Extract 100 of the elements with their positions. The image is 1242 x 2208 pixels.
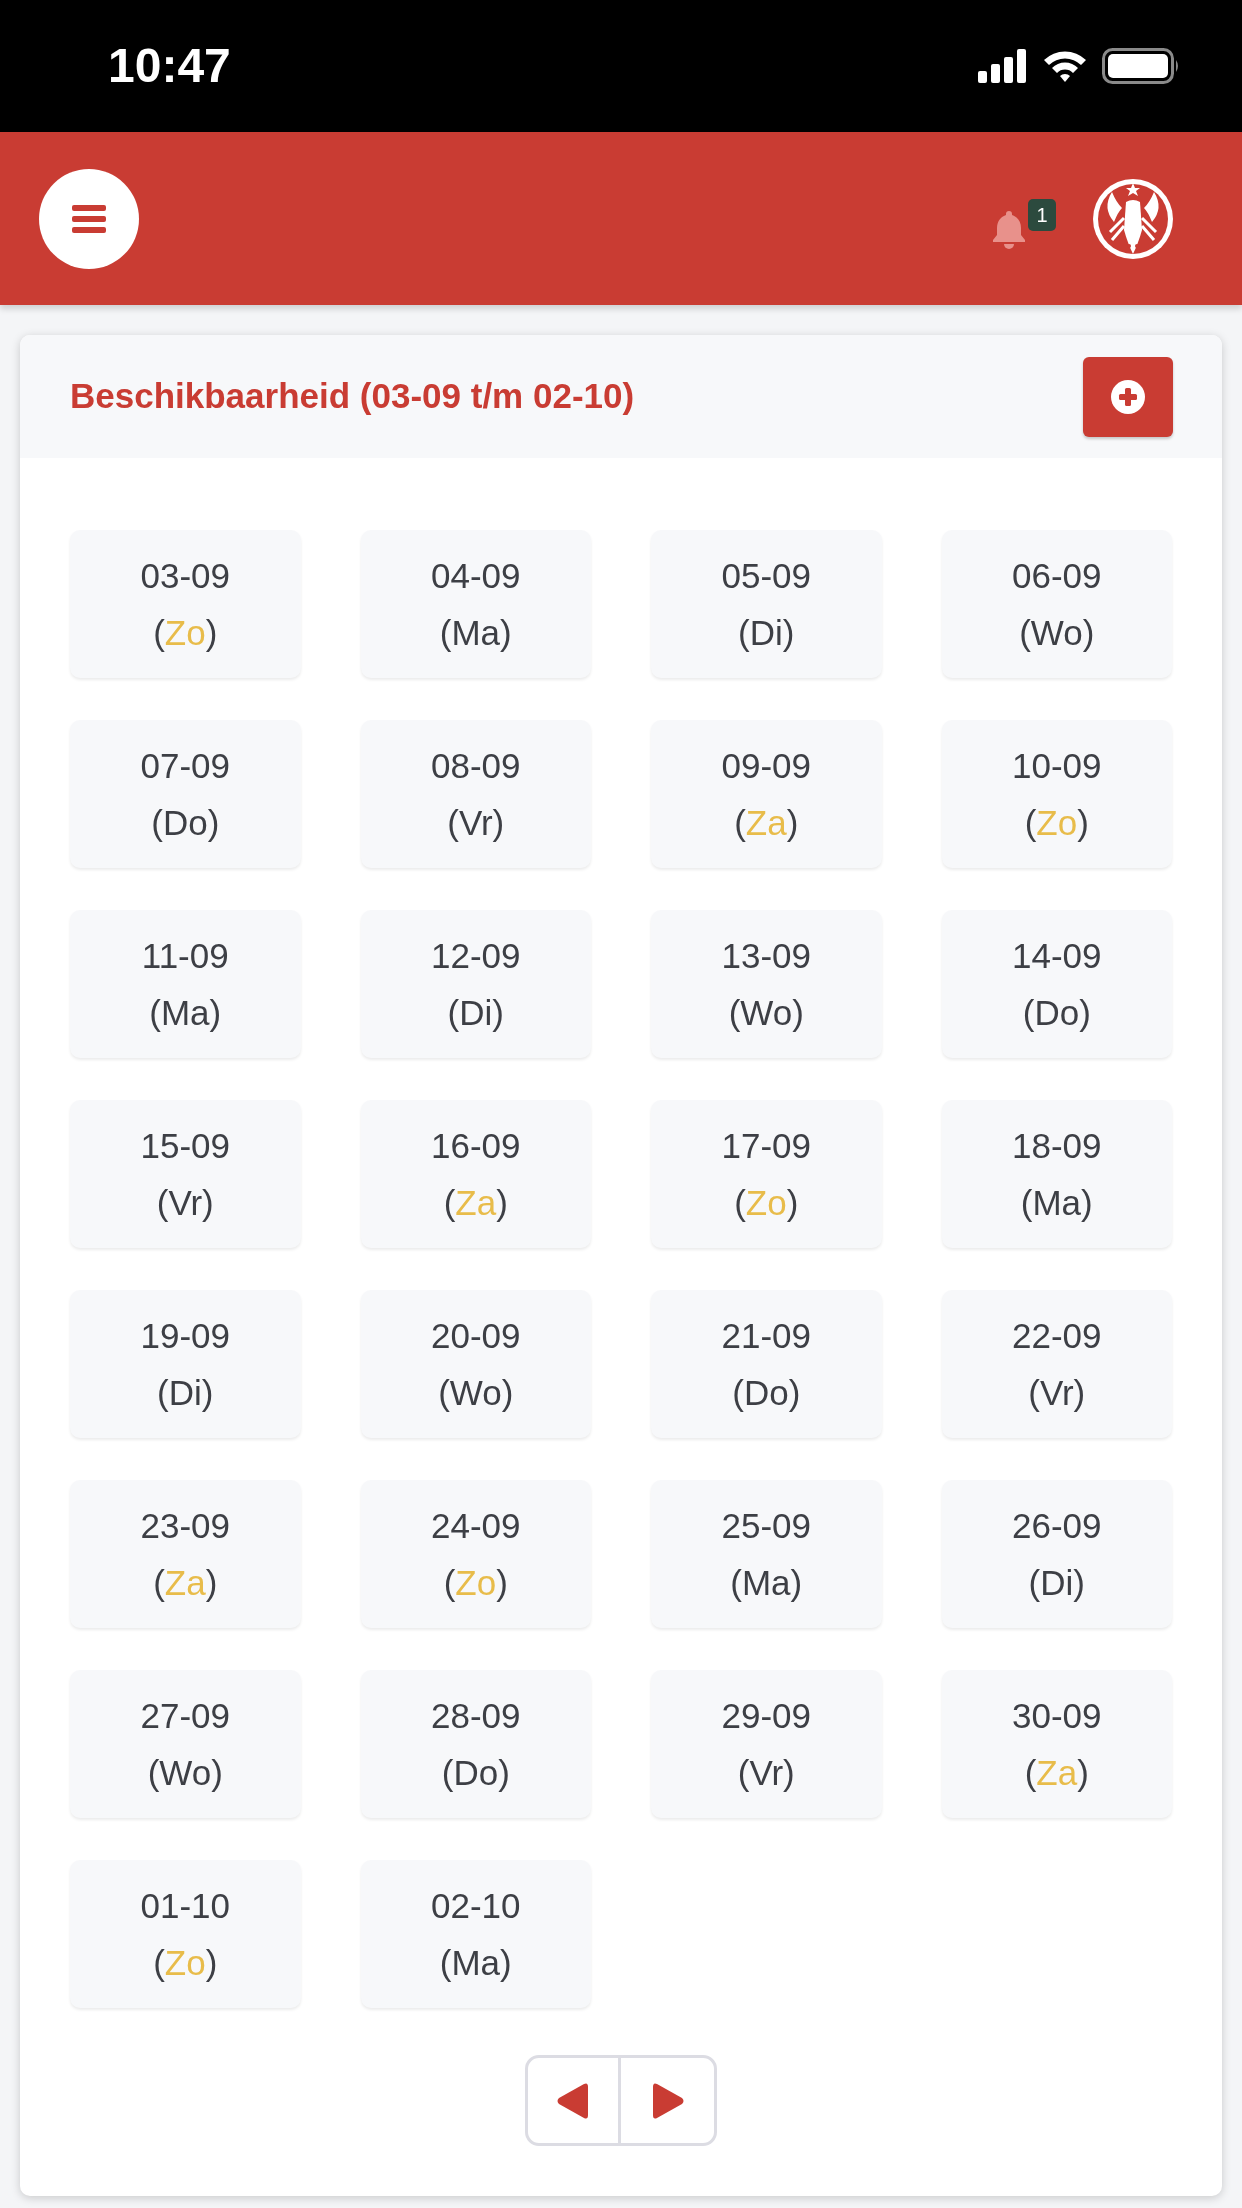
day-tile[interactable]: 30-09 (Za) (941, 1670, 1172, 1818)
weekday-label: (Do) (732, 1372, 801, 1414)
date-label: 09-09 (721, 745, 811, 787)
left-triangle-icon (557, 2082, 589, 2119)
date-label: 06-09 (1012, 555, 1102, 597)
weekday-label: (Zo) (443, 1562, 508, 1604)
day-tile[interactable]: 13-09 (Wo) (651, 910, 882, 1058)
day-tile[interactable]: 03-09 (Zo) (70, 530, 301, 678)
date-label: 17-09 (721, 1125, 811, 1167)
date-label: 29-09 (721, 1695, 811, 1737)
weekday-label: (Zo) (1024, 802, 1089, 844)
day-tile[interactable]: 12-09 (Di) (360, 910, 591, 1058)
date-label: 13-09 (721, 935, 811, 977)
day-tile[interactable]: 08-09 (Vr) (360, 720, 591, 868)
date-label: 04-09 (431, 555, 521, 597)
day-tile[interactable]: 02-10 (Ma) (360, 1860, 591, 2008)
weekday-label: (Ma) (149, 992, 222, 1034)
day-tile[interactable]: 26-09 (Di) (941, 1480, 1172, 1628)
date-label: 26-09 (1012, 1505, 1102, 1547)
day-tile[interactable]: 24-09 (Zo) (360, 1480, 591, 1628)
weekday-label: (Wo) (147, 1752, 223, 1794)
weekday-label: (Wo) (438, 1372, 514, 1414)
weekday-label: (Ma) (730, 1562, 803, 1604)
day-tile[interactable]: 07-09 (Do) (70, 720, 301, 868)
weekday-label: (Vr) (737, 1752, 795, 1794)
day-tile[interactable]: 18-09 (Ma) (941, 1100, 1172, 1248)
day-tile[interactable]: 09-09 (Za) (651, 720, 882, 868)
day-tile[interactable]: 22-09 (Vr) (941, 1290, 1172, 1438)
weekday-label: (Ma) (1020, 1182, 1093, 1224)
date-label: 27-09 (140, 1695, 230, 1737)
date-label: 01-10 (140, 1885, 230, 1927)
day-tile[interactable]: 05-09 (Di) (651, 530, 882, 678)
weekday-label: (Ma) (439, 1942, 512, 1984)
day-tile[interactable]: 21-09 (Do) (651, 1290, 882, 1438)
date-label: 07-09 (140, 745, 230, 787)
day-tile[interactable]: 04-09 (Ma) (360, 530, 591, 678)
weekday-label: (Di) (738, 612, 795, 654)
day-tile[interactable]: 27-09 (Wo) (70, 1670, 301, 1818)
weekday-label: (Di) (447, 992, 504, 1034)
date-label: 30-09 (1012, 1695, 1102, 1737)
date-label: 10-09 (1012, 745, 1102, 787)
date-label: 22-09 (1012, 1315, 1102, 1357)
date-label: 25-09 (721, 1505, 811, 1547)
weekday-label: (Za) (153, 1562, 218, 1604)
signal-icon (978, 49, 1028, 83)
weekday-label: (Za) (1024, 1752, 1089, 1794)
date-label: 28-09 (431, 1695, 521, 1737)
date-label: 08-09 (431, 745, 521, 787)
day-tile[interactable]: 06-09 (Wo) (941, 530, 1172, 678)
weekday-label: (Vr) (156, 1182, 214, 1224)
weekday-label: (Zo) (734, 1182, 799, 1224)
day-tile[interactable]: 23-09 (Za) (70, 1480, 301, 1628)
right-triangle-icon (651, 2082, 684, 2119)
add-button[interactable] (1083, 356, 1173, 437)
day-tile[interactable]: 20-09 (Wo) (360, 1290, 591, 1438)
weekday-label: (Wo) (728, 992, 804, 1034)
date-label: 02-10 (431, 1885, 521, 1927)
weekday-label: (Di) (1028, 1562, 1085, 1604)
day-tile[interactable]: 29-09 (Vr) (651, 1670, 882, 1818)
notification-badge: 1 (1028, 198, 1056, 231)
day-tile[interactable]: 28-09 (Do) (360, 1670, 591, 1818)
date-label: 12-09 (431, 935, 521, 977)
weekday-label: (Za) (734, 802, 799, 844)
day-tile[interactable]: 17-09 (Zo) (651, 1100, 882, 1248)
bell-icon (992, 208, 1026, 249)
weekday-label: (Zo) (153, 612, 218, 654)
day-tile[interactable]: 15-09 (Vr) (70, 1100, 301, 1248)
day-tile[interactable]: 14-09 (Do) (941, 910, 1172, 1058)
card-title: Beschikbaarheid (03-09 t/m 02-10) (70, 375, 635, 418)
date-label: 20-09 (431, 1315, 521, 1357)
date-label: 03-09 (140, 555, 230, 597)
wifi-icon (1042, 49, 1088, 83)
date-label: 18-09 (1012, 1125, 1102, 1167)
date-label: 23-09 (140, 1505, 230, 1547)
battery-icon (1102, 48, 1180, 84)
day-tile[interactable]: 19-09 (Di) (70, 1290, 301, 1438)
date-label: 19-09 (140, 1315, 230, 1357)
date-label: 16-09 (431, 1125, 521, 1167)
lobster-logo-icon[interactable] (1092, 177, 1174, 260)
day-tile[interactable]: 11-09 (Ma) (70, 910, 301, 1058)
day-tile[interactable]: 01-10 (Zo) (70, 1860, 301, 2008)
date-label: 14-09 (1012, 935, 1102, 977)
date-label: 24-09 (431, 1505, 521, 1547)
date-label: 11-09 (141, 935, 229, 977)
weekday-label: (Wo) (1019, 612, 1095, 654)
day-tile[interactable]: 16-09 (Za) (360, 1100, 591, 1248)
date-label: 05-09 (721, 555, 811, 597)
weekday-label: (Do) (151, 802, 220, 844)
weekday-label: (Ma) (439, 612, 512, 654)
day-tile[interactable]: 25-09 (Ma) (651, 1480, 882, 1628)
weekday-label: (Za) (443, 1182, 508, 1224)
status-time: 10:47 (108, 42, 231, 90)
weekday-label: (Do) (441, 1752, 510, 1794)
weekday-label: (Di) (157, 1372, 214, 1414)
menu-icon (72, 204, 106, 233)
plus-circle-icon (1111, 379, 1145, 414)
date-label: 21-09 (721, 1315, 811, 1357)
day-tile[interactable]: 10-09 (Zo) (941, 720, 1172, 868)
notifications-button[interactable]: 1 (992, 198, 1056, 249)
weekday-label: (Zo) (153, 1942, 218, 1984)
